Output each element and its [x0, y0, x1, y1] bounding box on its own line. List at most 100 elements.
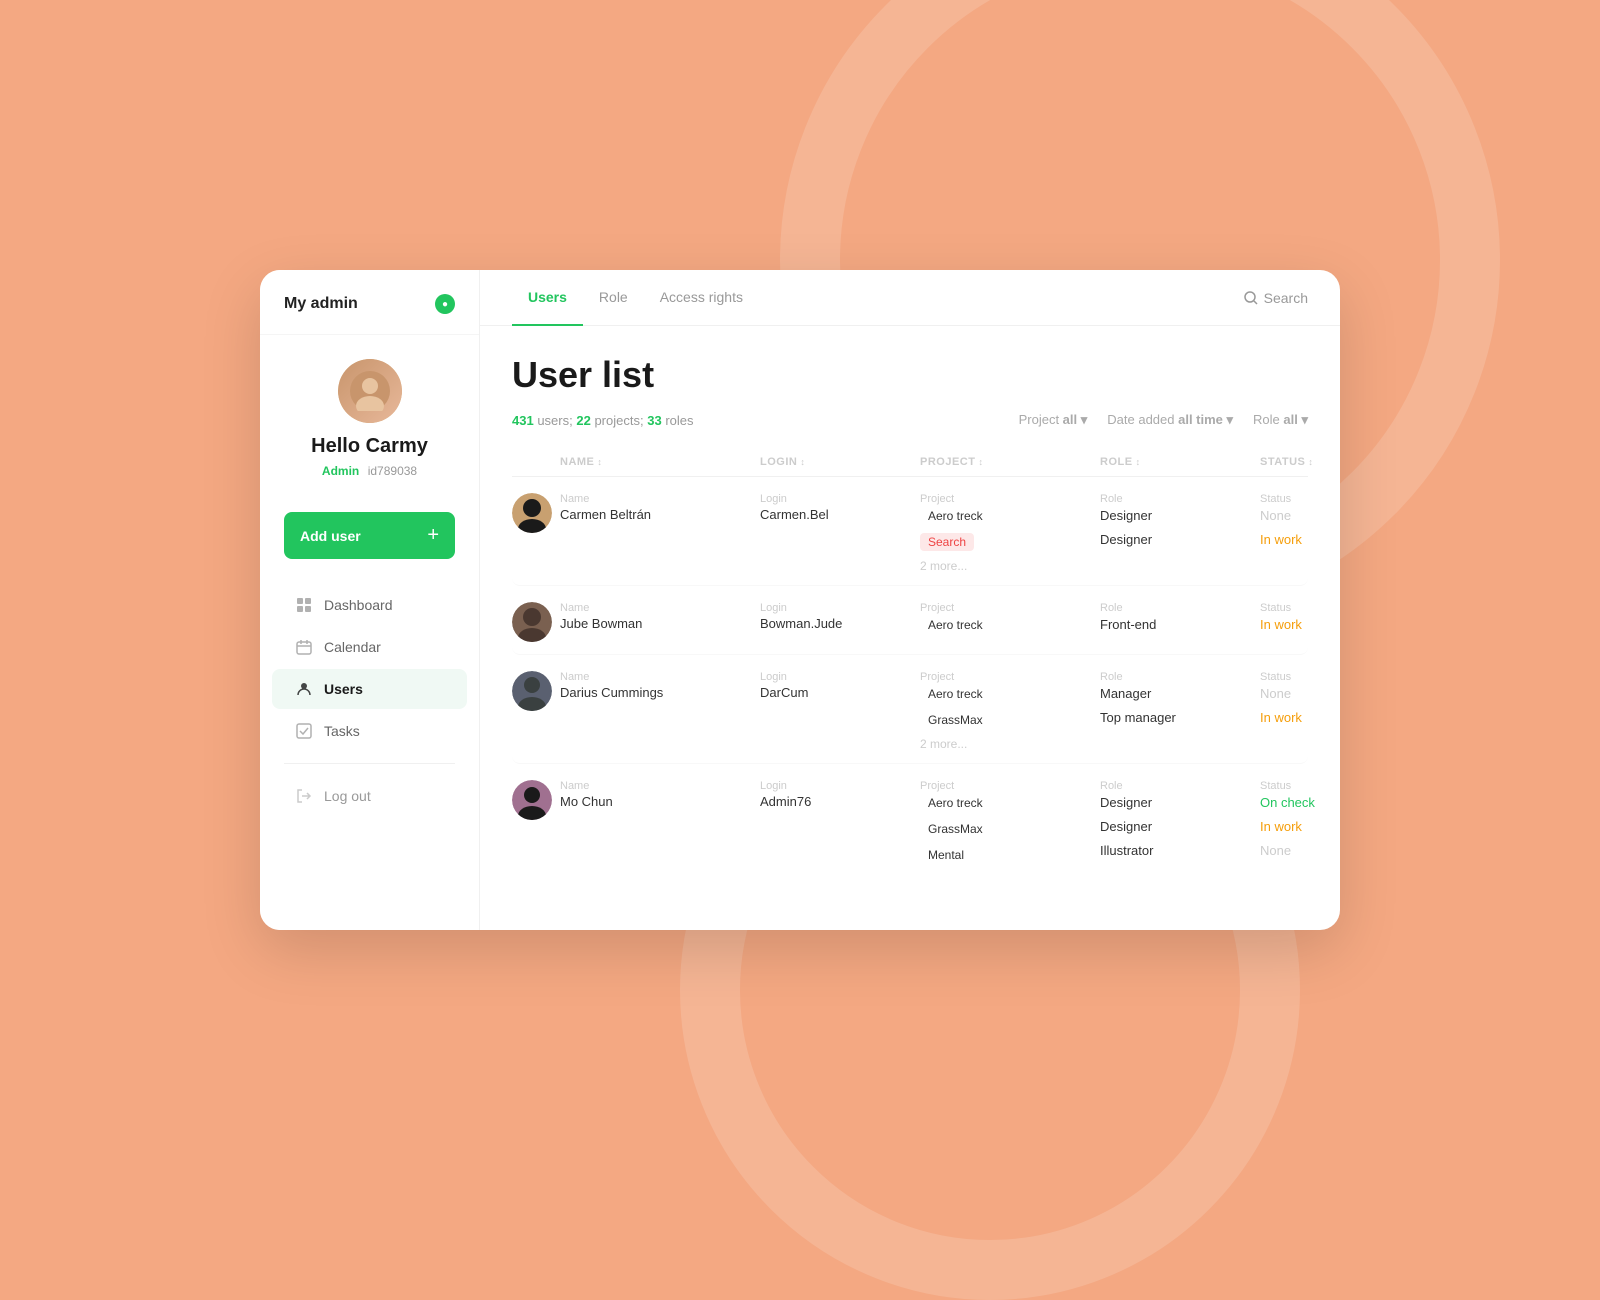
sidebar-item-users[interactable]: Users [272, 669, 467, 709]
table-row[interactable]: Name Jube Bowman Login Bowman.Jude Proje… [512, 590, 1308, 655]
col-status[interactable]: STATUS [1260, 456, 1340, 468]
status-value: In work [1260, 710, 1302, 725]
user-role-cell: Role Front-end [1100, 602, 1260, 634]
col-name[interactable]: NAME [560, 456, 760, 468]
user-role-cell: Role DesignerDesignerIllustrator [1100, 780, 1260, 860]
more-link[interactable]: 2 more... [920, 737, 1100, 751]
user-name-cell: Name Darius Cummings [560, 671, 760, 700]
avatar-image [338, 359, 402, 423]
sidebar-item-dashboard-label: Dashboard [324, 597, 393, 613]
table-row[interactable]: Name Mo Chun Login Admin76 Project Aero … [512, 768, 1308, 878]
project-badge: Mental [920, 846, 972, 864]
tab-role[interactable]: Role [583, 270, 644, 326]
filter-project[interactable]: Project all ▾ [1019, 412, 1088, 428]
app-container: My admin ● Hello Carmy Admin id789038 [260, 270, 1340, 930]
role-value: Illustrator [1100, 843, 1153, 858]
col-role[interactable]: ROLE [1100, 456, 1260, 468]
role-value: Designer [1100, 508, 1152, 523]
user-login: Bowman.Jude [760, 616, 920, 631]
project-badge: Aero treck [920, 685, 991, 703]
user-project-cell: Project Aero treckSearch2 more... [920, 493, 1100, 573]
add-user-button[interactable]: Add user + [284, 512, 455, 559]
plus-icon: + [427, 524, 439, 547]
status-value: In work [1260, 617, 1302, 632]
user-name-cell: Name Carmen Beltrán [560, 493, 760, 522]
user-name: Carmen Beltrán [560, 507, 760, 522]
nav-divider [284, 763, 455, 764]
user-role-cell: Role DesignerDesigner [1100, 493, 1260, 549]
user-role-id: Admin id789038 [284, 462, 455, 480]
col-login[interactable]: LOGIN [760, 456, 920, 468]
user-project-cell: Project Aero treckGrassMaxMental [920, 780, 1100, 866]
notification-dot: ● [435, 294, 455, 314]
sidebar: My admin ● Hello Carmy Admin id789038 [260, 270, 480, 930]
stats-projects: 22 [576, 413, 590, 428]
page-content: User list 431 users; 22 projects; 33 rol… [480, 326, 1340, 930]
status-value: None [1260, 686, 1291, 701]
filters-row: Project all ▾ Date added all time ▾ Role… [1019, 412, 1308, 428]
user-login: DarCum [760, 685, 920, 700]
role-value: Top manager [1100, 710, 1176, 725]
logout-label: Log out [324, 788, 371, 804]
user-name: Mo Chun [560, 794, 760, 809]
project-badge: Search [920, 533, 974, 551]
status-value: None [1260, 508, 1291, 523]
logout-button[interactable]: Log out [272, 776, 467, 816]
user-status-cell: Status On checkIn workNone [1260, 780, 1340, 860]
search-label: Search [1264, 290, 1308, 306]
stats-roles: 33 [647, 413, 661, 428]
project-badge: GrassMax [920, 711, 991, 729]
user-profile: Hello Carmy Admin id789038 [260, 335, 479, 496]
top-nav: Users Role Access rights Search [480, 270, 1340, 326]
main-content: Users Role Access rights Search User lis… [480, 270, 1340, 930]
calendar-icon [296, 639, 312, 655]
sidebar-item-users-label: Users [324, 681, 363, 697]
avatar [338, 359, 402, 423]
logout-icon [296, 788, 312, 804]
user-project-cell: Project Aero treck [920, 602, 1100, 636]
filter-date[interactable]: Date added all time ▾ [1107, 412, 1233, 428]
status-value: In work [1260, 532, 1302, 547]
user-status-cell: Status NoneIn work [1260, 493, 1340, 549]
user-status-cell: Status NoneIn work [1260, 671, 1340, 727]
col-project[interactable]: PROJECT [920, 456, 1100, 468]
filter-role[interactable]: Role all ▾ [1253, 412, 1308, 428]
sidebar-header: My admin ● [260, 294, 479, 335]
user-status-cell: Status In work [1260, 602, 1340, 634]
status-value: In work [1260, 819, 1302, 834]
table-row[interactable]: Name Carmen Beltrán Login Carmen.Bel Pro… [512, 481, 1308, 586]
status-value: On check [1260, 795, 1315, 810]
project-badge: Aero treck [920, 616, 991, 634]
user-login: Admin76 [760, 794, 920, 809]
table-header: NAME LOGIN PROJECT ROLE STATUS DATE [512, 448, 1308, 477]
sidebar-item-calendar[interactable]: Calendar [272, 627, 467, 667]
user-name: Darius Cummings [560, 685, 760, 700]
search-button[interactable]: Search [1244, 290, 1308, 306]
checkbox-icon [296, 723, 312, 739]
user-login-cell: Login DarCum [760, 671, 920, 700]
user-id: id789038 [368, 464, 417, 478]
more-link[interactable]: 2 more... [920, 559, 1100, 573]
tab-access-rights[interactable]: Access rights [644, 270, 759, 326]
role-value: Designer [1100, 819, 1152, 834]
tab-users[interactable]: Users [512, 270, 583, 326]
user-avatar [512, 493, 560, 533]
user-role-cell: Role ManagerTop manager [1100, 671, 1260, 727]
tab-list: Users Role Access rights [512, 270, 759, 325]
user-avatar [512, 671, 560, 711]
project-badge: GrassMax [920, 820, 991, 838]
sidebar-item-dashboard[interactable]: Dashboard [272, 585, 467, 625]
role-value: Front-end [1100, 617, 1156, 632]
user-login-cell: Login Carmen.Bel [760, 493, 920, 522]
status-value: None [1260, 843, 1291, 858]
table-row[interactable]: Name Darius Cummings Login DarCum Projec… [512, 659, 1308, 764]
user-name-cell: Name Mo Chun [560, 780, 760, 809]
user-greeting: Hello Carmy [284, 435, 455, 458]
admin-badge: Admin [322, 464, 359, 478]
search-icon [1244, 291, 1258, 305]
add-user-label: Add user [300, 528, 361, 544]
user-project-cell: Project Aero treckGrassMax2 more... [920, 671, 1100, 751]
sidebar-item-tasks[interactable]: Tasks [272, 711, 467, 751]
user-avatar [512, 602, 560, 642]
stats-users: 431 [512, 413, 534, 428]
